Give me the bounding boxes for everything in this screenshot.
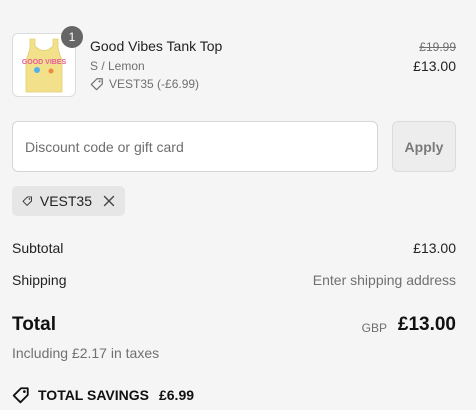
item-price: £13.00 [413,58,456,74]
item-discount: VEST35 (-£6.99) [90,77,199,91]
shipping-value: Enter shipping address [312,272,456,288]
applied-discount-code: VEST35 [39,193,92,209]
quantity-badge: 1 [61,26,83,48]
tank-top-print: GOOD VIBES [22,59,67,66]
cart-line-item: GOOD VIBES 1 Good Vibes Tank Top S / Lem… [12,26,456,97]
tag-icon [90,78,103,91]
apply-discount-button[interactable]: Apply [392,121,456,172]
total-value: £13.00 [397,314,456,335]
tag-icon [22,196,32,206]
total-label: Total [12,314,56,335]
shipping-label: Shipping [12,272,67,288]
subtotal-value: £13.00 [413,240,456,256]
subtotal-label: Subtotal [12,240,64,256]
total-savings: TOTAL SAVINGS £6.99 [12,386,194,404]
discount-code-input[interactable] [12,121,378,172]
total-savings-label: TOTAL SAVINGS [38,387,149,403]
total-currency: GBP [361,321,387,335]
compare-at-price: £19.99 [419,40,456,54]
product-variant: S / Lemon [90,59,145,73]
applied-discount-chip: VEST35 [12,186,125,216]
total-savings-amount: £6.99 [158,387,195,403]
tag-icon [12,387,29,404]
taxes-note: Including £2.17 in taxes [12,345,160,361]
remove-discount-button[interactable] [103,195,115,207]
item-discount-text: VEST35 (-£6.99) [109,77,200,91]
close-icon [103,195,115,207]
product-title: Good Vibes Tank Top [90,38,223,54]
